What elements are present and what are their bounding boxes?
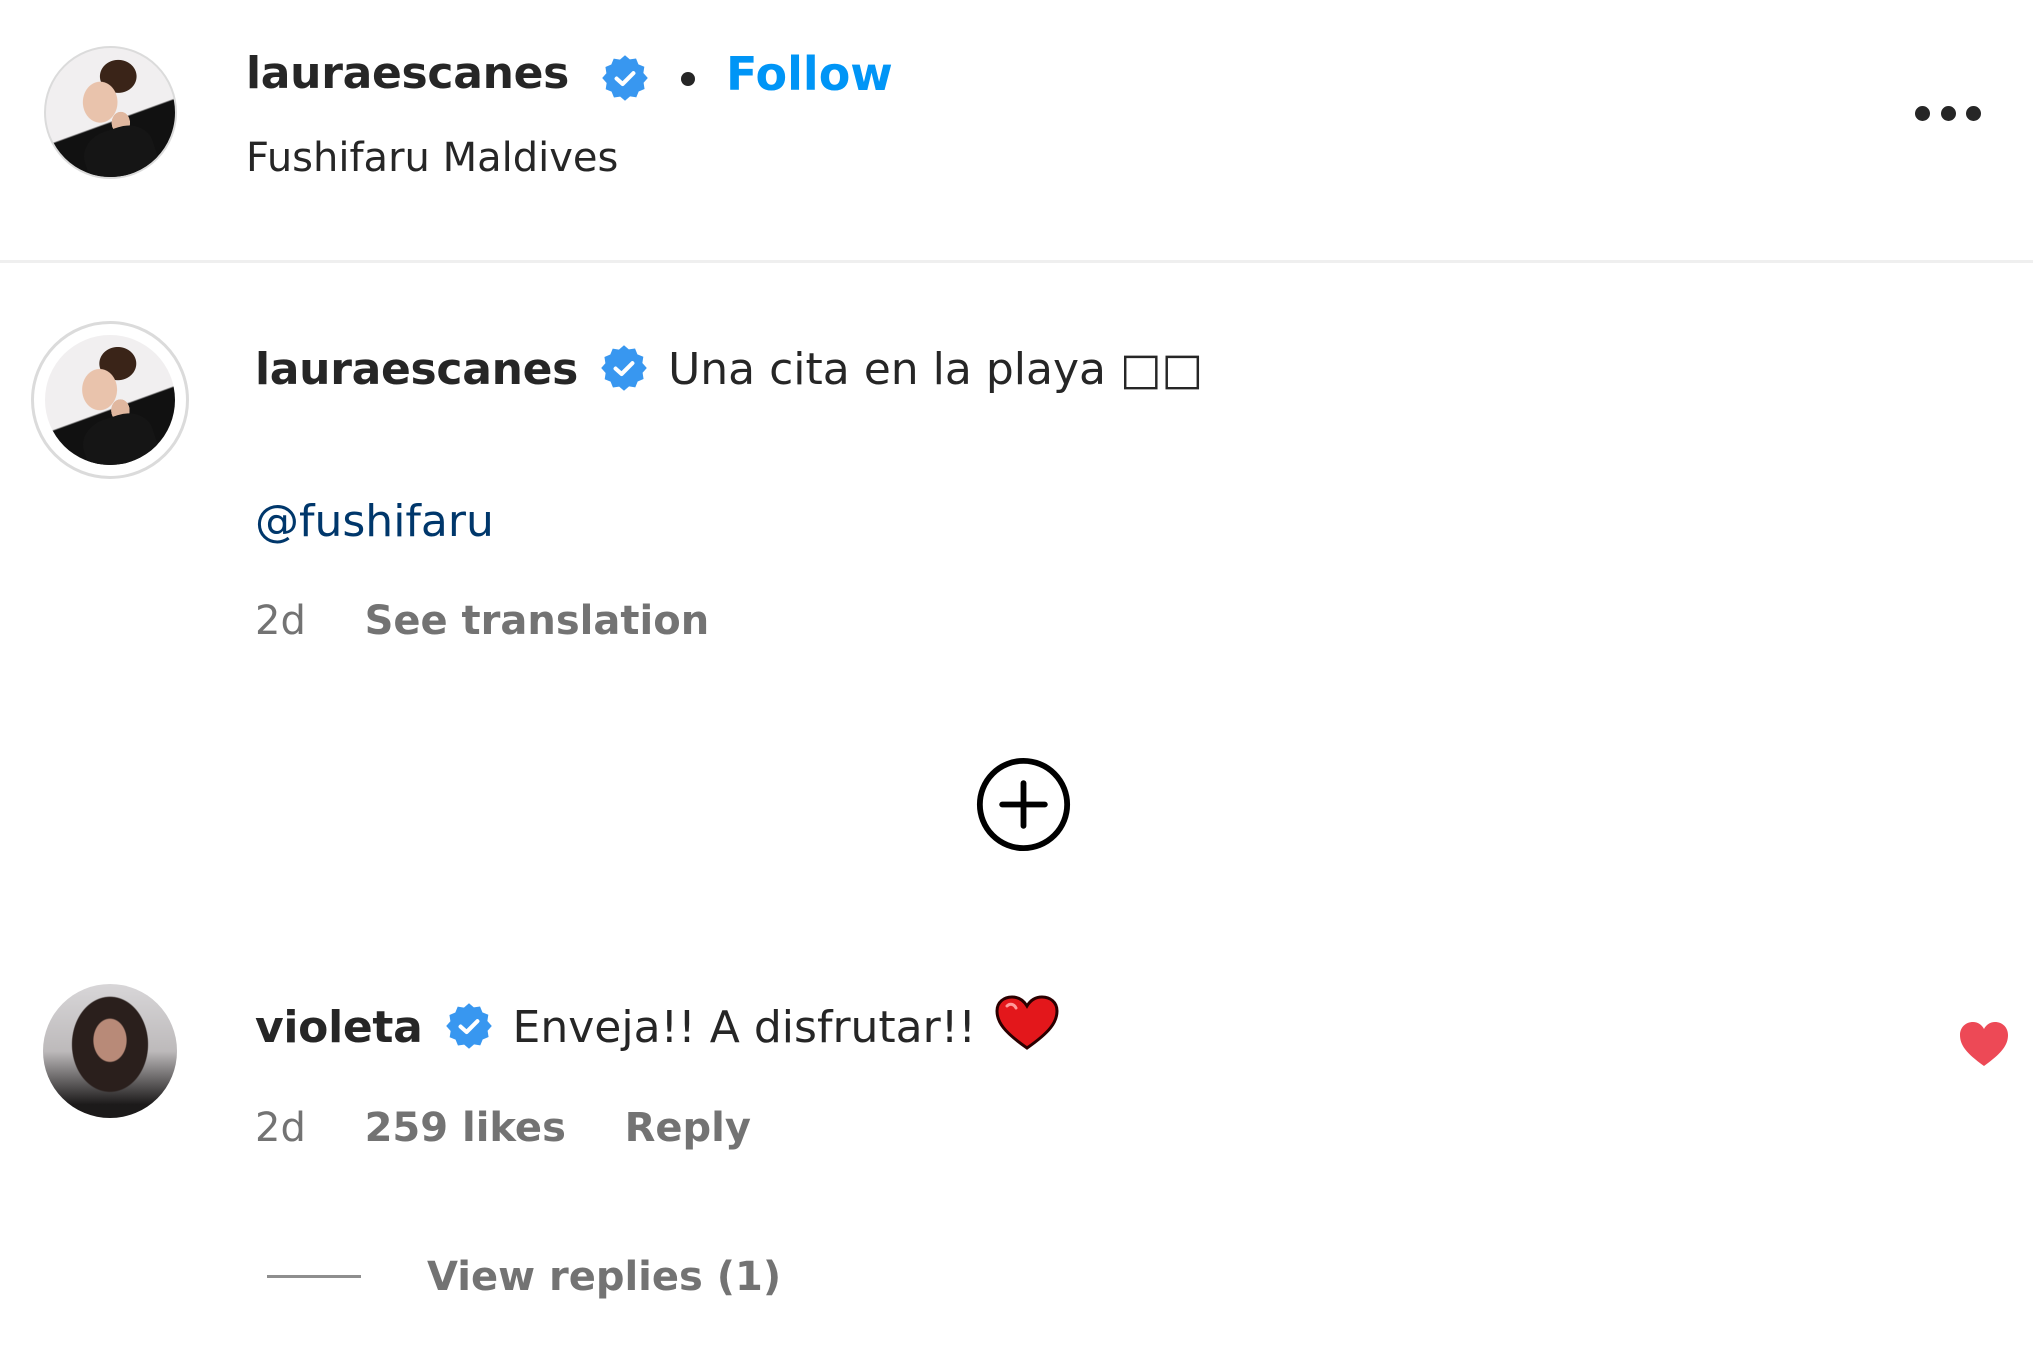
more-horizontal-icon xyxy=(1941,106,1956,121)
author-avatar[interactable] xyxy=(44,46,177,179)
more-horizontal-icon xyxy=(1915,106,1930,121)
caption-text-line: lauraescanes Una cita en la playa □□ xyxy=(255,340,1203,400)
heart-filled-icon xyxy=(1960,1022,2008,1066)
header-divider xyxy=(0,260,2033,263)
comment-text-line: violeta Enveja!! A disfrutar!! xyxy=(255,994,1060,1058)
reply-button[interactable]: Reply xyxy=(625,1105,751,1151)
red-heart-emoji-icon xyxy=(995,995,1059,1050)
comment-likes-count[interactable]: 259 likes xyxy=(365,1105,566,1151)
caption-author-avatar[interactable] xyxy=(45,335,175,465)
comment-body: Enveja!! A disfrutar!! xyxy=(512,1002,977,1053)
comment-timestamp[interactable]: 2d xyxy=(255,1105,306,1151)
view-replies-button[interactable]: View replies (1) xyxy=(427,1249,781,1305)
more-horizontal-icon xyxy=(1966,106,1981,121)
commenter-avatar[interactable] xyxy=(43,984,177,1118)
comment-meta: 2d 259 likes Reply xyxy=(255,1100,751,1156)
verified-badge-icon xyxy=(601,345,647,391)
verified-badge-icon xyxy=(445,1003,492,1049)
caption-meta: 2d See translation xyxy=(255,593,709,649)
load-more-comments-button[interactable] xyxy=(975,756,1072,853)
see-translation-button[interactable]: See translation xyxy=(365,598,710,644)
commenter-username[interactable]: violeta xyxy=(255,1002,423,1053)
comment-like-button[interactable] xyxy=(1958,1020,2010,1068)
follow-button[interactable]: Follow xyxy=(726,44,893,104)
view-replies-line xyxy=(267,1275,361,1278)
mention-link[interactable]: @fushifaru xyxy=(255,492,494,552)
author-username[interactable]: lauraescanes xyxy=(246,44,569,104)
verified-badge-icon xyxy=(602,55,648,101)
caption-timestamp[interactable]: 2d xyxy=(255,598,306,644)
more-options-button[interactable] xyxy=(1906,96,1990,132)
caption-username[interactable]: lauraescanes xyxy=(255,344,578,395)
separator-dot xyxy=(681,72,695,86)
caption-body: Una cita en la playa □□ xyxy=(668,344,1204,395)
location-link[interactable]: Fushifaru Maldives xyxy=(246,130,618,186)
plus-circle-icon xyxy=(976,757,1071,852)
